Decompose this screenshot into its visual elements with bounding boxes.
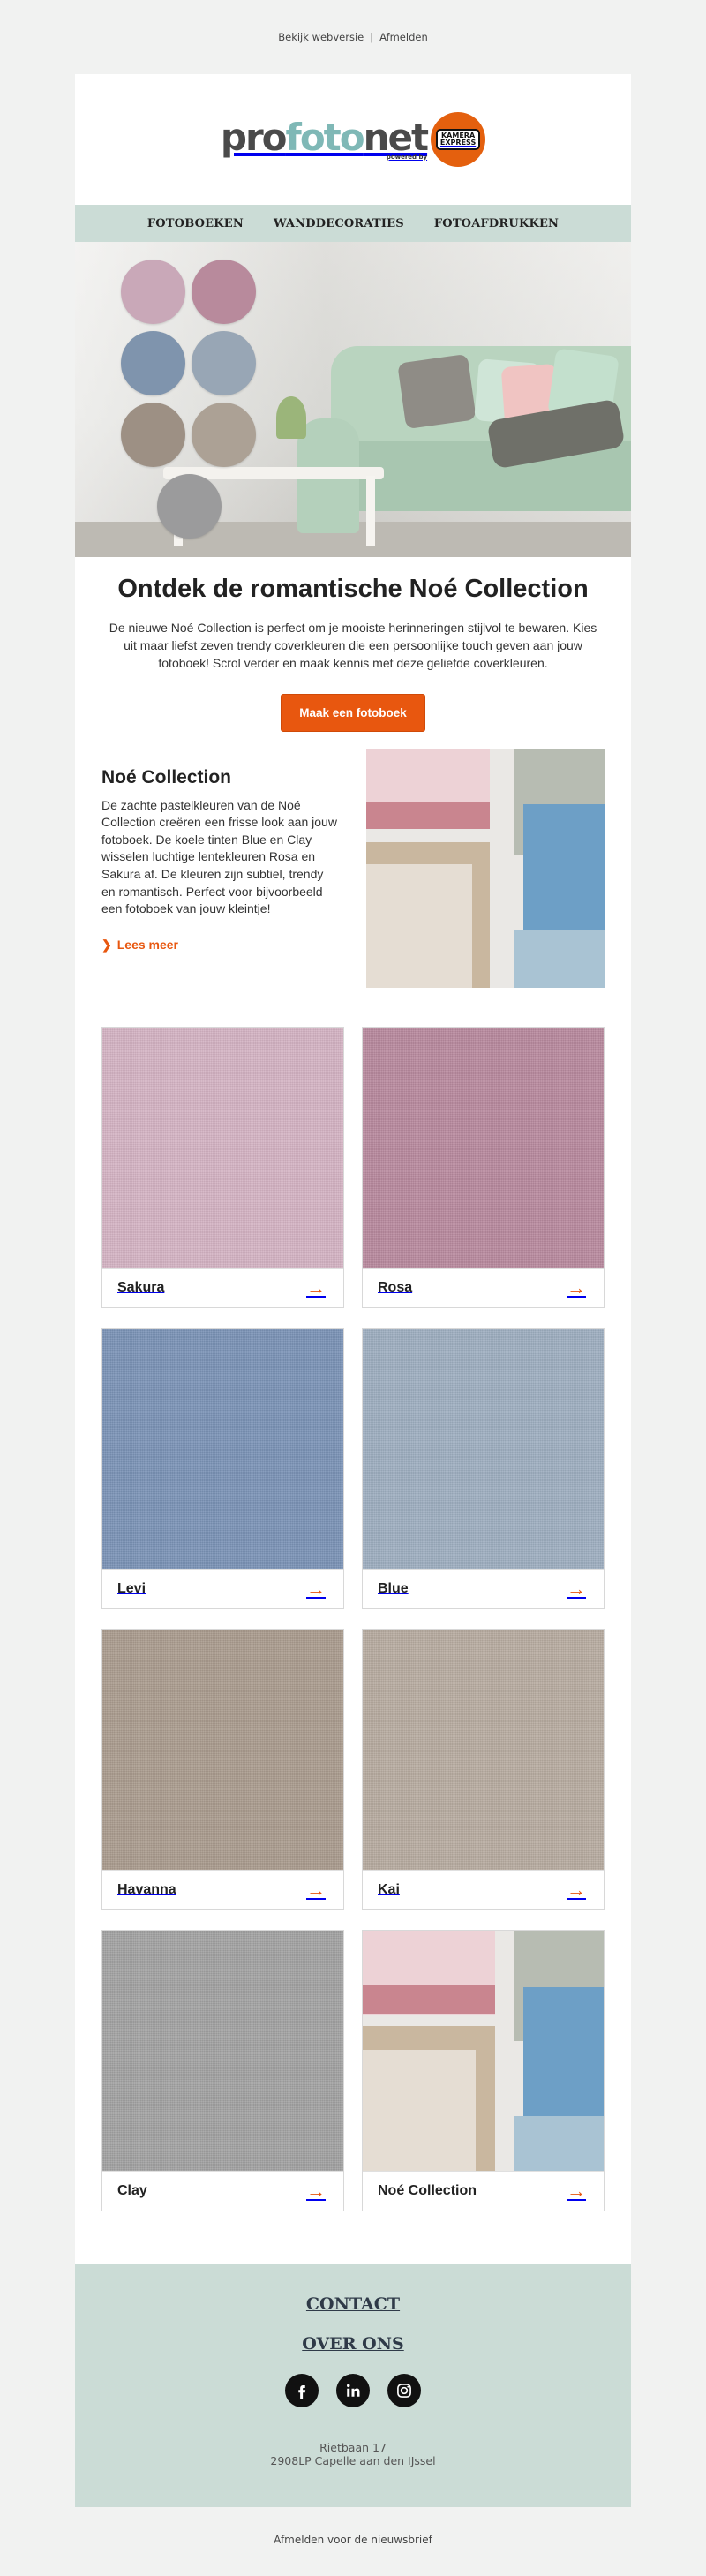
- main-nav: FOTOBOEKEN WANDDECORATIES FOTOAFDRUKKEN: [75, 205, 631, 242]
- top-separator: |: [370, 31, 374, 43]
- swatch-circle: [157, 474, 222, 539]
- swatch-circle: [121, 260, 185, 324]
- color-cards-grid: Sakura → Rosa → Levi → Blue → Havanna → Kai → …: [75, 988, 631, 2264]
- address-street: Rietbaan 17: [319, 2440, 387, 2454]
- newsletter-unsubscribe-link[interactable]: Afmelden voor de nieuwsbrief: [274, 2534, 432, 2546]
- card-label: Clay: [117, 2182, 147, 2198]
- card-blue[interactable]: Blue →: [362, 1327, 605, 1609]
- cover-sample-image: [102, 1930, 343, 2171]
- cover-sample-image: [102, 1027, 343, 1268]
- intro-text: De nieuwe Noé Collection is perfect om j…: [109, 621, 597, 670]
- feature-text: De zachte pastelkleuren van de Noé Colle…: [101, 797, 337, 916]
- hero-image[interactable]: [75, 242, 631, 557]
- contact-link[interactable]: CONTACT: [75, 2294, 631, 2314]
- swatch-circle: [121, 331, 185, 395]
- arrow-right-icon: →: [567, 2179, 586, 2202]
- cover-sample-image: [102, 1328, 343, 1569]
- chevron-right-icon: ❯: [101, 937, 112, 952]
- nav-wanddecoraties[interactable]: WANDDECORATIES: [274, 217, 404, 230]
- card-clay[interactable]: Clay →: [101, 1929, 344, 2211]
- top-links: Bekijk webversie | Afmelden: [0, 0, 706, 74]
- view-web-link[interactable]: Bekijk webversie: [278, 31, 364, 43]
- swatch-circle: [192, 331, 256, 395]
- card-noe-collection[interactable]: Noé Collection →: [362, 1929, 605, 2211]
- feature-collage-image[interactable]: [366, 749, 605, 988]
- instagram-icon[interactable]: [387, 2373, 421, 2407]
- arrow-right-icon: →: [306, 1878, 326, 1901]
- card-label: Blue: [378, 1580, 409, 1596]
- read-more-label: Lees meer: [116, 938, 179, 953]
- about-link[interactable]: OVER ONS: [75, 2334, 631, 2354]
- logo-wordmark: profotonet: [220, 115, 429, 159]
- card-label: Kai: [378, 1881, 400, 1897]
- swatch-circle: [121, 403, 185, 467]
- card-rosa[interactable]: Rosa →: [362, 1026, 605, 1308]
- email-container: profotonet powered by KAMERA EXPRESS FOTO…: [75, 74, 631, 2507]
- cover-sample-image: [102, 1629, 343, 1870]
- card-kai[interactable]: Kai →: [362, 1628, 605, 1910]
- nav-fotoafdrukken[interactable]: FOTOAFDRUKKEN: [434, 217, 559, 230]
- header: profotonet powered by KAMERA EXPRESS: [75, 74, 631, 205]
- feature-title: Noé Collection: [101, 766, 232, 787]
- footer: CONTACT OVER ONS Rietbaan 17 2908LP Cape…: [75, 2263, 631, 2507]
- arrow-right-icon: →: [567, 1276, 586, 1299]
- linkedin-icon[interactable]: [336, 2373, 370, 2407]
- address-city: 2908LP Capelle aan den IJssel: [270, 2454, 436, 2468]
- card-label: Noé Collection: [378, 2182, 477, 2198]
- profotonet-logo[interactable]: profotonet powered by KAMERA EXPRESS: [220, 112, 486, 167]
- card-label: Levi: [117, 1580, 146, 1596]
- card-label: Sakura: [117, 1279, 165, 1295]
- intro-section: Ontdek de romantische Noé Collection De …: [75, 557, 631, 732]
- noe-feature: Noé Collection De zachte pastelkleuren v…: [75, 732, 631, 988]
- arrow-right-icon: →: [306, 1276, 326, 1299]
- card-label: Rosa: [378, 1279, 413, 1295]
- unsubscribe-link[interactable]: Afmelden: [379, 31, 428, 43]
- make-photobook-button[interactable]: Maak een fotoboek: [281, 693, 425, 732]
- kamera-express-badge: KAMERA EXPRESS: [431, 112, 486, 167]
- swatch-circle: [192, 403, 256, 467]
- read-more-link[interactable]: ❯ Lees meer: [101, 938, 178, 953]
- company-address: Rietbaan 17 2908LP Capelle aan den IJsse…: [75, 2441, 631, 2468]
- intro-title: Ontdek de romantische Noé Collection: [117, 575, 589, 603]
- facebook-icon[interactable]: [285, 2373, 319, 2407]
- bottom-links: Afmelden voor de nieuwsbrief: [0, 2507, 706, 2572]
- card-sakura[interactable]: Sakura →: [101, 1026, 344, 1308]
- arrow-right-icon: →: [567, 1577, 586, 1600]
- cover-sample-image: [363, 1629, 604, 1870]
- swatch-circle: [192, 260, 256, 324]
- card-havanna[interactable]: Havanna →: [101, 1628, 344, 1910]
- arrow-right-icon: →: [567, 1878, 586, 1901]
- arrow-right-icon: →: [306, 1577, 326, 1600]
- hero-color-swatches: [75, 242, 278, 557]
- arrow-right-icon: →: [306, 2179, 326, 2202]
- collection-collage-image: [363, 1930, 604, 2171]
- cover-sample-image: [363, 1027, 604, 1268]
- cover-sample-image: [363, 1328, 604, 1569]
- nav-fotoboeken[interactable]: FOTOBOEKEN: [147, 217, 244, 230]
- social-links: [75, 2373, 631, 2407]
- card-levi[interactable]: Levi →: [101, 1327, 344, 1609]
- card-label: Havanna: [117, 1881, 176, 1897]
